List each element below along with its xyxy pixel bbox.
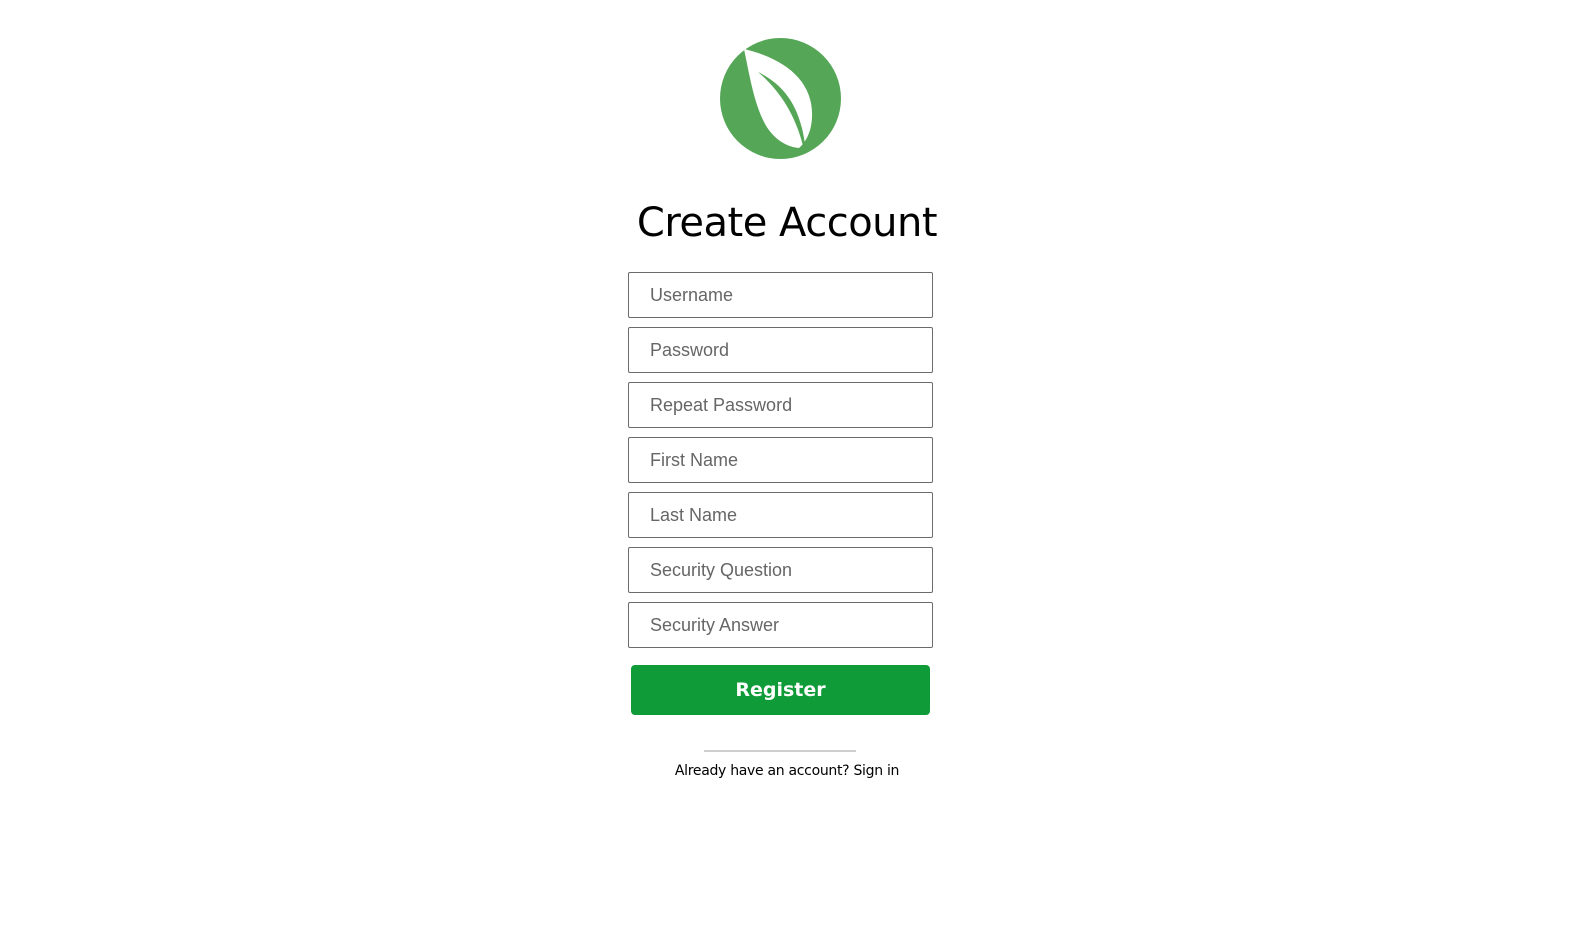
divider bbox=[704, 750, 856, 752]
repeat-password-input[interactable] bbox=[628, 382, 933, 428]
signin-prompt: Already have an account? Sign in bbox=[0, 761, 1574, 781]
security-question-input[interactable] bbox=[628, 547, 933, 593]
first-name-input[interactable] bbox=[628, 437, 933, 483]
signin-prompt-text: Already have an account? bbox=[674, 763, 850, 779]
password-input[interactable] bbox=[628, 327, 933, 373]
register-form bbox=[628, 272, 933, 657]
signin-link[interactable]: Sign in bbox=[853, 763, 899, 779]
username-input[interactable] bbox=[628, 272, 933, 318]
last-name-input[interactable] bbox=[628, 492, 933, 538]
leaf-logo-icon bbox=[720, 38, 841, 159]
register-button[interactable]: Register bbox=[631, 665, 930, 715]
page-title: Create Account bbox=[636, 200, 938, 246]
security-answer-input[interactable] bbox=[628, 602, 933, 648]
register-page: Create Account Register Already have an … bbox=[0, 0, 1574, 947]
